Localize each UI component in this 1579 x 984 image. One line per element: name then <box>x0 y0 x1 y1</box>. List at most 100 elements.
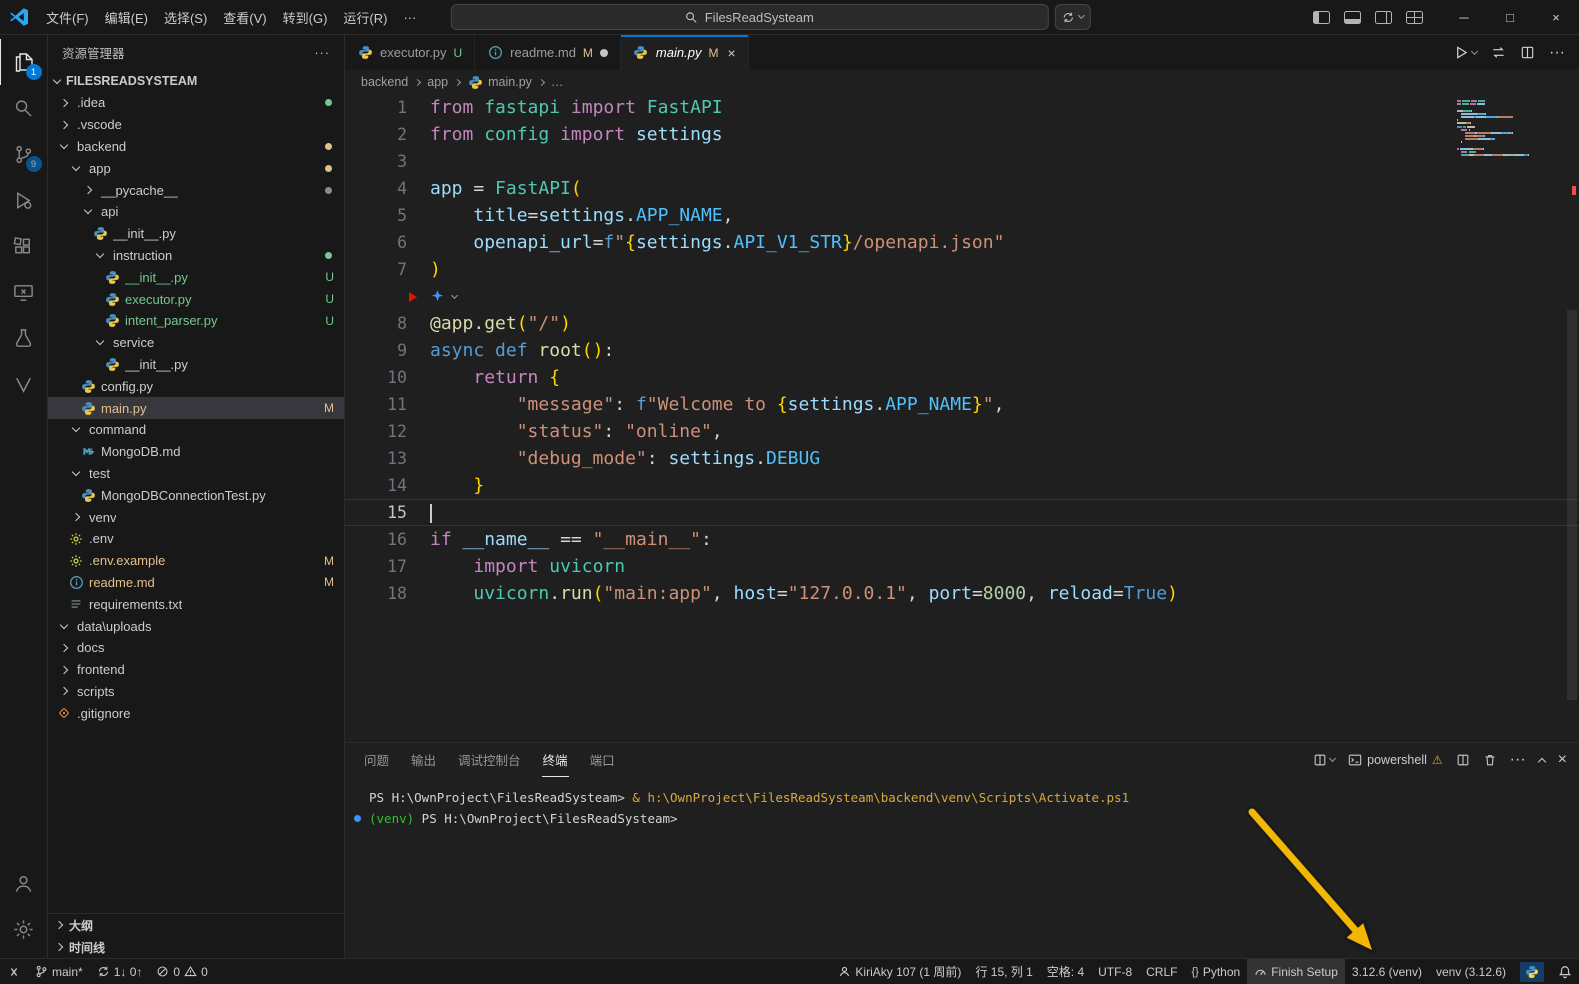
status-eol[interactable]: CRLF <box>1139 959 1184 984</box>
tree-item-intent-parser-py[interactable]: intent_parser.pyU <box>48 310 344 332</box>
run-python-file-button[interactable] <box>1454 45 1477 60</box>
terminal-tab-powershell[interactable]: powershell ⚠ <box>1348 753 1443 767</box>
toggle-secondary-sidebar-icon[interactable] <box>1375 11 1392 24</box>
split-terminal-icon[interactable] <box>1456 753 1470 767</box>
copilot-sparkle-icon[interactable] <box>430 289 445 304</box>
status-python-interpreter[interactable]: 3.12.6 (venv) <box>1345 959 1429 984</box>
tree-item-pycache[interactable]: __pycache__ <box>48 179 344 201</box>
explorer-more-actions-icon[interactable]: ··· <box>315 46 331 60</box>
menu-view[interactable]: 查看(V) <box>215 5 274 30</box>
tab-readme-md[interactable]: readme.mdM <box>475 35 621 70</box>
menu-more[interactable]: ··· <box>395 7 424 28</box>
command-decoration-dot[interactable] <box>354 815 361 822</box>
status-gitlens-blame[interactable]: KiriAky 107 (1 周前) <box>831 959 968 984</box>
tree-item-mongodb-md[interactable]: MongoDB.md <box>48 441 344 463</box>
search-sidebar-icon[interactable] <box>0 85 48 131</box>
command-center-search[interactable]: FilesReadSysteam <box>450 4 1048 30</box>
status-language-mode[interactable]: {}Python <box>1184 959 1247 984</box>
settings-gear-icon[interactable] <box>0 906 48 952</box>
tree-item-scripts[interactable]: scripts <box>48 681 344 703</box>
tree-item-env-example[interactable]: .env.exampleM <box>48 550 344 572</box>
breadcrumb-item-main-py[interactable]: main.py <box>467 75 532 90</box>
tree-item-vscode[interactable]: .vscode <box>48 114 344 136</box>
breadcrumb-item-backend[interactable]: backend <box>361 75 408 89</box>
tree-item-env[interactable]: .env <box>48 528 344 550</box>
tree-item-idea[interactable]: .idea <box>48 92 344 114</box>
customize-layout-icon[interactable] <box>1406 11 1423 24</box>
explorer-icon[interactable]: 1 <box>0 39 48 85</box>
panel-tab-problems[interactable]: 问题 <box>363 743 390 777</box>
tree-item-init-py[interactable]: __init__.py <box>48 223 344 245</box>
chevron-down-icon[interactable] <box>451 291 458 298</box>
tree-item-instruction[interactable]: instruction <box>48 245 344 267</box>
tree-root[interactable]: FILESREADSYSTEAM <box>48 70 344 92</box>
tree-item-api[interactable]: api <box>48 201 344 223</box>
open-changes-icon[interactable] <box>1491 45 1506 60</box>
tree-item-init-py[interactable]: __init__.pyU <box>48 266 344 288</box>
panel-tab-output[interactable]: 输出 <box>410 743 437 777</box>
tree-item-command[interactable]: command <box>48 419 344 441</box>
panel-more-actions-icon[interactable]: ··· <box>1510 751 1526 769</box>
status-problems[interactable]: 00 <box>149 959 214 984</box>
tree-item-mongodbconnectiontest-py[interactable]: MongoDBConnectionTest.py <box>48 484 344 506</box>
testing-icon[interactable] <box>0 315 48 361</box>
minimap[interactable] <box>1457 100 1561 157</box>
run-debug-icon[interactable] <box>0 177 48 223</box>
status-python-ext-icon[interactable] <box>1513 959 1551 984</box>
tree-item-main-py[interactable]: main.pyM <box>48 397 344 419</box>
tree-item-docs[interactable]: docs <box>48 637 344 659</box>
toggle-panel-icon[interactable] <box>1344 11 1361 24</box>
tree-item-init-py[interactable]: __init__.py <box>48 354 344 376</box>
sidebar-section-outline[interactable]: 大纲 <box>48 914 344 936</box>
panel-tab-ports[interactable]: 端口 <box>589 743 616 777</box>
tab-close-icon[interactable]: × <box>727 45 735 61</box>
menu-go[interactable]: 转到(G) <box>275 5 336 30</box>
kill-terminal-icon[interactable] <box>1483 753 1497 767</box>
split-editor-icon[interactable] <box>1520 45 1535 60</box>
tree-item-test[interactable]: test <box>48 463 344 485</box>
breadcrumb-item-app[interactable]: app <box>427 75 448 89</box>
panel-tab-terminal[interactable]: 终端 <box>542 743 569 777</box>
code-editor[interactable]: 1from fastapi import FastAPI2from config… <box>345 94 1579 742</box>
terminal-profile-button[interactable] <box>1313 753 1335 767</box>
status-git-sync[interactable]: 1↓ 0↑ <box>90 959 150 984</box>
extension-v-icon[interactable] <box>0 361 48 407</box>
tree-item-app[interactable]: app <box>48 157 344 179</box>
window-maximize-button[interactable]: □ <box>1487 0 1533 34</box>
menu-edit[interactable]: 编辑(E) <box>97 5 156 30</box>
tree-item-config-py[interactable]: config.py <box>48 375 344 397</box>
tree-item-gitignore[interactable]: .gitignore <box>48 702 344 724</box>
tree-item-frontend[interactable]: frontend <box>48 659 344 681</box>
sidebar-section-timeline[interactable]: 时间线 <box>48 936 344 958</box>
editor-more-actions-icon[interactable]: ··· <box>1549 44 1565 62</box>
maximize-panel-icon[interactable] <box>1539 756 1545 765</box>
tree-item-requirements-txt[interactable]: requirements.txt <box>48 593 344 615</box>
status-git-branch[interactable]: main* <box>28 959 90 984</box>
status-remote-indicator[interactable] <box>0 959 28 984</box>
tree-item-data-uploads[interactable]: data\uploads <box>48 615 344 637</box>
tab-executor-py[interactable]: executor.pyU <box>345 35 475 70</box>
toggle-sidebar-icon[interactable] <box>1313 11 1330 24</box>
status-finish-setup[interactable]: Finish Setup <box>1247 959 1345 984</box>
tree-item-readme-md[interactable]: readme.mdM <box>48 572 344 594</box>
menu-file[interactable]: 文件(F) <box>38 5 97 30</box>
menu-selection[interactable]: 选择(S) <box>156 5 215 30</box>
status-cursor-position[interactable]: 行 15, 列 1 <box>968 959 1039 984</box>
breadcrumb[interactable]: backend app main.py … <box>345 70 1579 94</box>
panel-tab-debug-console[interactable]: 调试控制台 <box>457 743 522 777</box>
status-encoding[interactable]: UTF-8 <box>1091 959 1139 984</box>
tree-item-executor-py[interactable]: executor.pyU <box>48 288 344 310</box>
close-panel-icon[interactable]: × <box>1558 751 1567 769</box>
status-indentation[interactable]: 空格: 4 <box>1040 959 1091 984</box>
extensions-icon[interactable] <box>0 223 48 269</box>
menu-run[interactable]: 运行(R) <box>335 5 395 30</box>
layout-switch-button[interactable] <box>1054 4 1090 30</box>
tree-item-service[interactable]: service <box>48 332 344 354</box>
tab-main-py[interactable]: main.pyM× <box>621 35 749 70</box>
editor-scrollbar[interactable] <box>1567 310 1577 700</box>
breadcrumb-item-item[interactable]: … <box>551 75 564 89</box>
source-control-icon[interactable]: 9 <box>0 131 48 177</box>
terminal-output[interactable]: PS H:\OwnProject\FilesReadSysteam> & h:\… <box>345 777 1579 958</box>
status-notifications-bell[interactable] <box>1551 959 1579 984</box>
tree-item-venv[interactable]: venv <box>48 506 344 528</box>
